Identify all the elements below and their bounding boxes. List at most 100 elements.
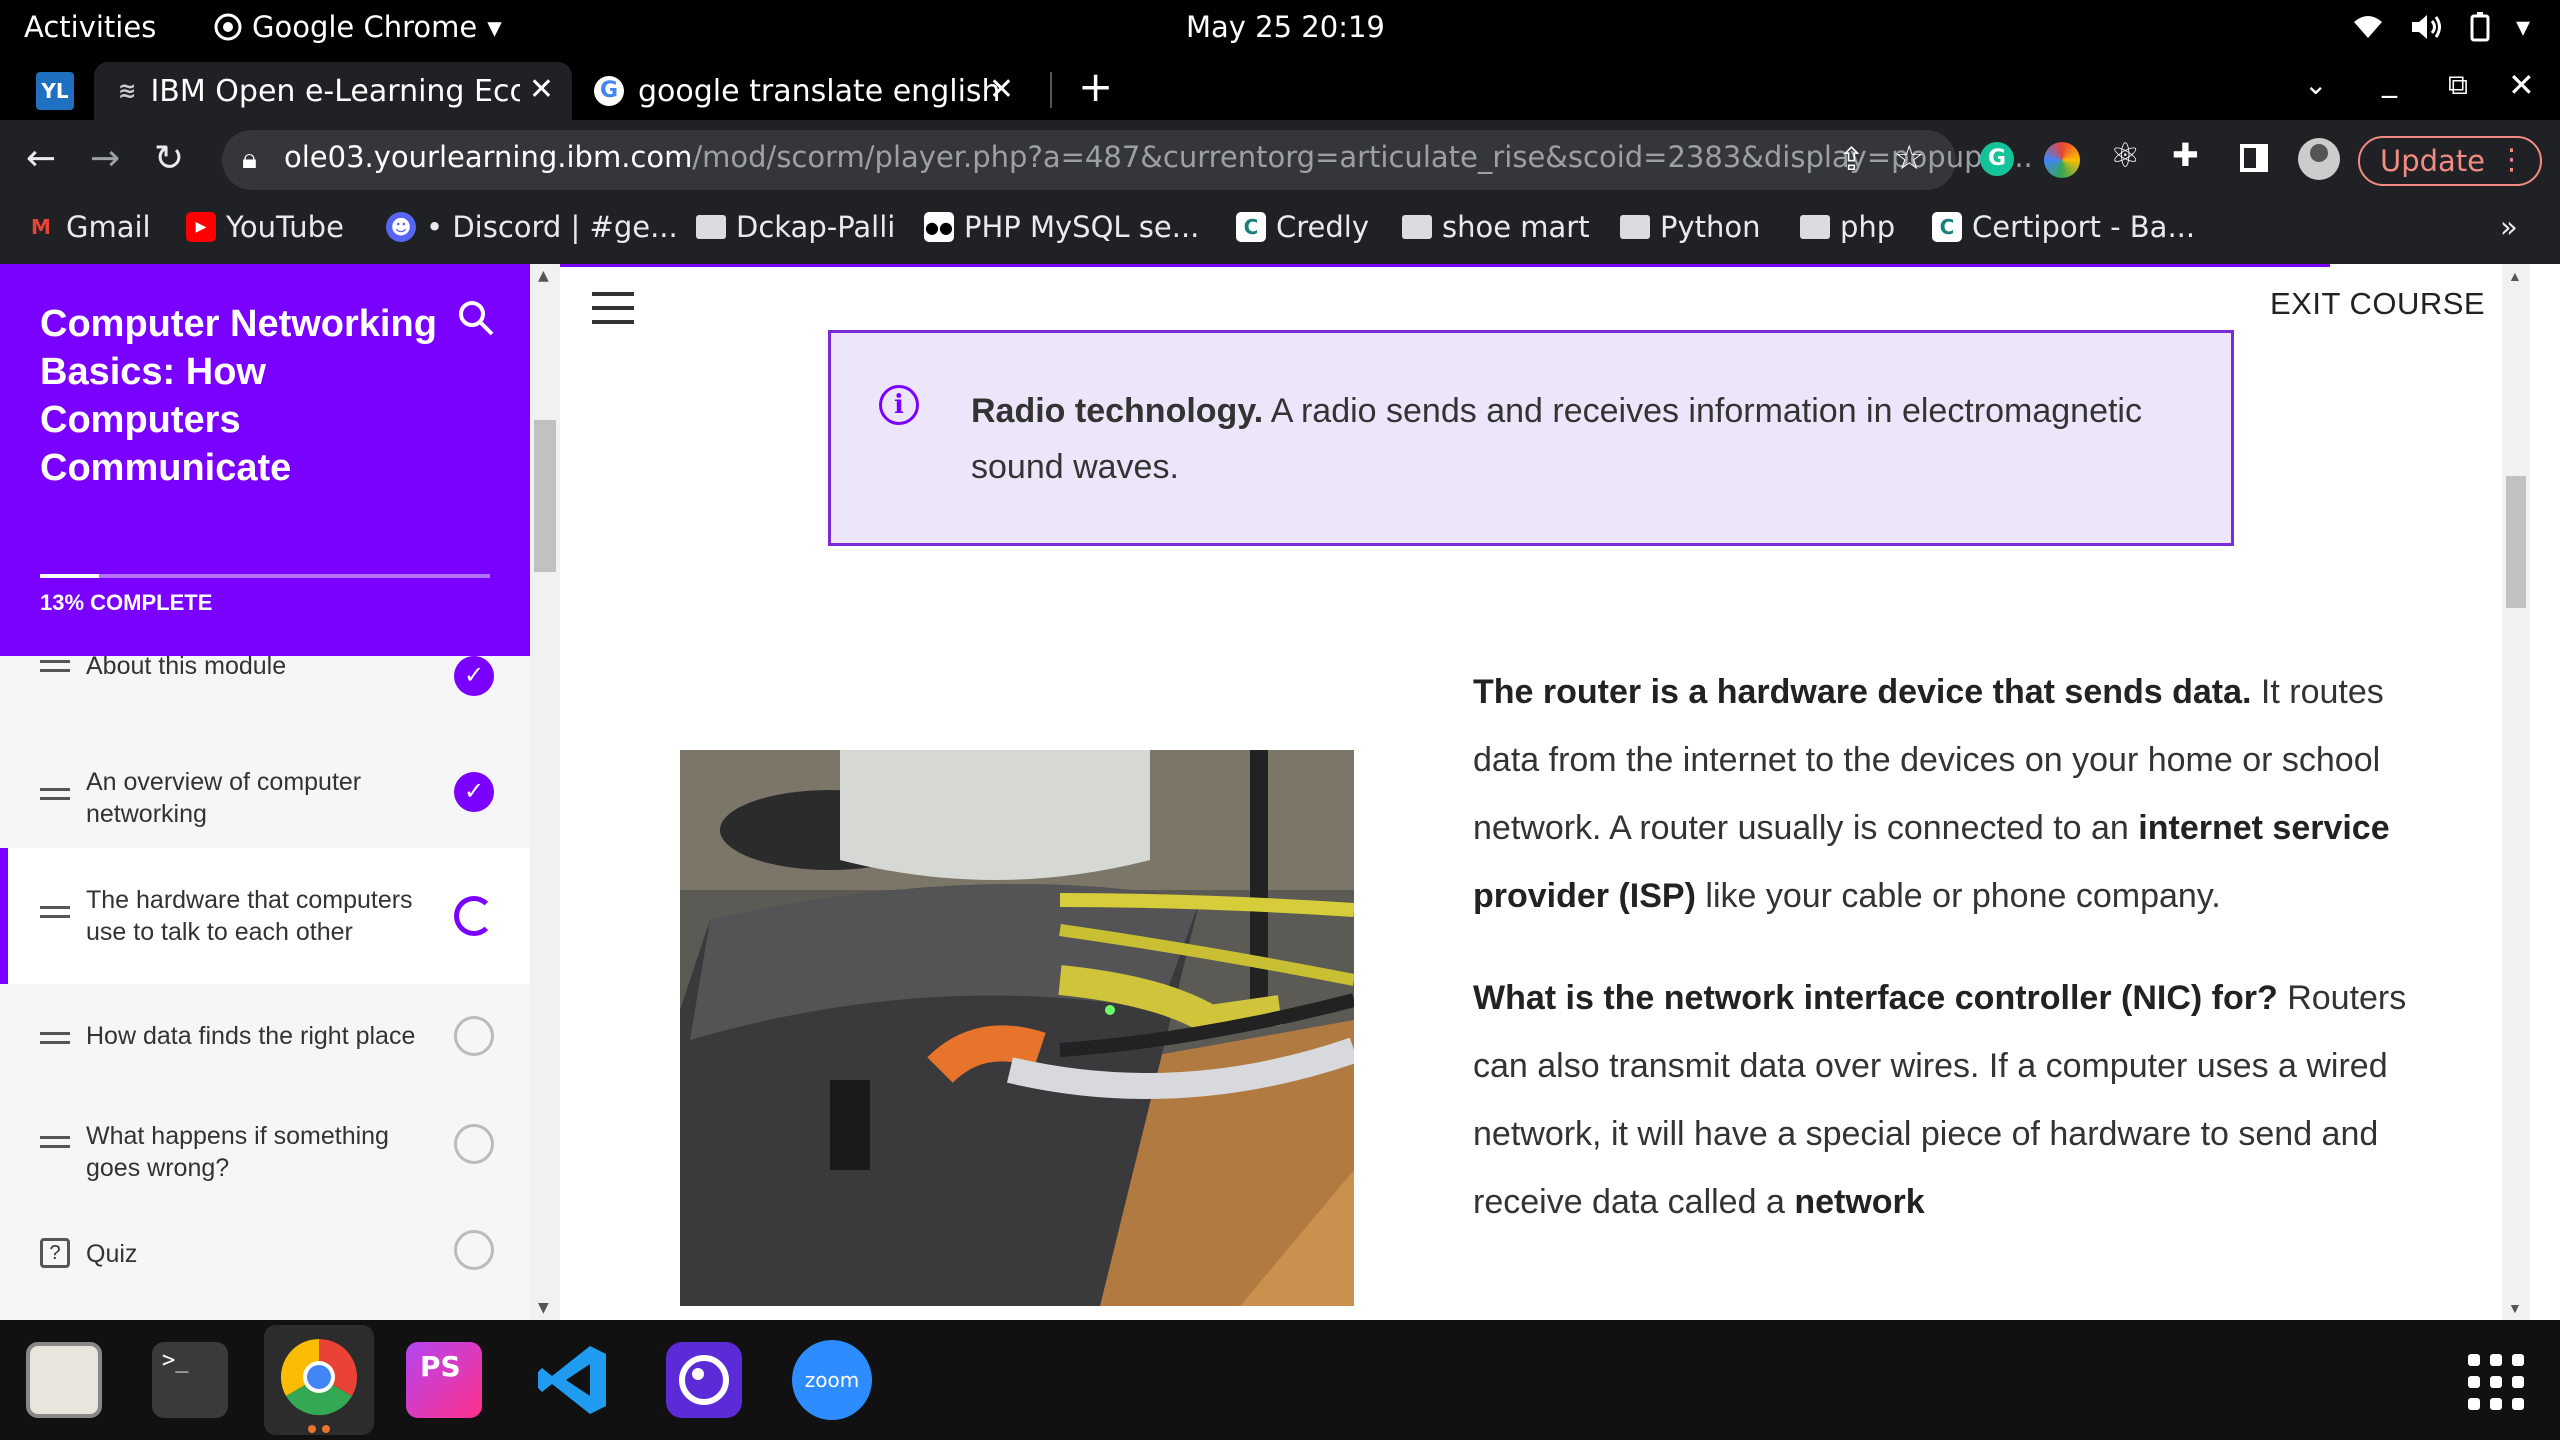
lesson-label: Quiz bbox=[86, 1240, 138, 1268]
app-menu[interactable]: Google Chrome ▾ bbox=[214, 10, 502, 44]
clock[interactable]: May 25 20:19 bbox=[1186, 10, 1385, 44]
grammarly-icon[interactable]: G bbox=[1980, 142, 2014, 176]
color-picker-extension-icon[interactable] bbox=[2044, 142, 2080, 178]
tab-separator bbox=[1050, 72, 1052, 108]
restore-button[interactable]: ⧉ bbox=[2448, 68, 2468, 102]
forward-button[interactable]: → bbox=[90, 138, 120, 179]
discord-icon: ☻ bbox=[386, 212, 416, 242]
close-icon[interactable]: ✕ bbox=[529, 72, 554, 107]
bookmark-php[interactable]: php bbox=[1800, 210, 1895, 244]
folder-icon bbox=[696, 215, 726, 239]
tab-ibm-elearning[interactable]: ≋ IBM Open e-Learning Eco ✕ bbox=[94, 62, 572, 120]
bookmarks-bar: M Gmail ▶ YouTube ☻ • Discord | #ge... Dcka… bbox=[0, 200, 2560, 264]
profile-avatar[interactable] bbox=[2298, 138, 2340, 180]
check-circle-icon: ✓ bbox=[454, 772, 494, 812]
lesson-label: How data finds the right place bbox=[86, 1022, 416, 1050]
lesson-item[interactable]: What happens if something goes wrong? bbox=[0, 1088, 530, 1208]
check-circle-icon: ✓ bbox=[454, 656, 494, 696]
tab-google-translate[interactable]: G google translate english t ✕ bbox=[580, 62, 1050, 120]
bookmark-credly[interactable]: C Credly bbox=[1236, 210, 1369, 244]
course-header: Computer Networking Basics: How Computer… bbox=[0, 264, 530, 656]
lesson-item-active[interactable]: The hardware that computers use to talk … bbox=[0, 848, 530, 984]
address-bar[interactable]: 🔒︎ ole03.yourlearning.ibm.com/mod/scorm/… bbox=[222, 130, 2033, 190]
lesson-item[interactable]: An overview of computer networking ✓ bbox=[0, 746, 530, 856]
files-icon[interactable] bbox=[26, 1342, 102, 1418]
bookmark-youtube[interactable]: ▶ YouTube bbox=[186, 210, 344, 244]
share-icon[interactable]: ⇪ bbox=[1838, 140, 1865, 178]
new-tab-button[interactable]: + bbox=[1078, 62, 1113, 111]
system-top-bar: Activities Google Chrome ▾ May 25 20:19 … bbox=[0, 0, 2560, 54]
close-window-button[interactable]: ✕ bbox=[2508, 66, 2535, 104]
react-devtools-icon[interactable]: ⚛ bbox=[2110, 136, 2140, 176]
activities-button[interactable]: Activities bbox=[24, 10, 156, 44]
router-photo bbox=[680, 750, 1354, 1306]
tab-title: google translate english t bbox=[638, 73, 998, 109]
bookmark-python[interactable]: Python bbox=[1620, 210, 1761, 244]
battery-icon bbox=[2470, 11, 2490, 41]
zoom-icon[interactable]: zoom bbox=[792, 1340, 872, 1420]
bookmark-dckap-palli[interactable]: Dckap-Palli bbox=[696, 210, 895, 244]
content-scrollbar[interactable]: ▲ ▼ bbox=[2502, 264, 2530, 1320]
exit-course-button[interactable]: EXIT COURSE bbox=[2270, 286, 2485, 322]
screen-recorder-icon[interactable] bbox=[666, 1342, 742, 1418]
folder-icon bbox=[1620, 215, 1650, 239]
header-accent-line bbox=[560, 264, 2330, 267]
bookmarks-overflow-button[interactable]: » bbox=[2500, 210, 2518, 244]
paragraph-router: The router is a hardware device that sen… bbox=[1473, 673, 2390, 915]
folder-icon bbox=[1800, 215, 1830, 239]
update-button[interactable]: Update ⋮ bbox=[2358, 136, 2542, 186]
callout-text: Radio technology. A radio sends and rece… bbox=[971, 392, 2142, 486]
lock-icon[interactable]: 🔒︎ bbox=[242, 142, 257, 176]
empty-circle-icon bbox=[454, 1124, 494, 1164]
info-callout: i Radio technology. A radio sends and re… bbox=[828, 330, 2234, 546]
menu-icon[interactable] bbox=[592, 292, 634, 334]
chrome-icon[interactable] bbox=[264, 1325, 374, 1435]
bookmark-discord[interactable]: ☻ • Discord | #ge... bbox=[386, 210, 678, 244]
bookmark-shoe-mart[interactable]: shoe mart bbox=[1402, 210, 1590, 244]
course-title: Computer Networking Basics: How Computer… bbox=[40, 303, 437, 489]
search-icon[interactable] bbox=[456, 298, 496, 348]
bookmark-star-icon[interactable]: ☆ bbox=[1894, 138, 1924, 178]
close-icon[interactable]: ✕ bbox=[989, 72, 1014, 107]
vscode-icon[interactable] bbox=[536, 1342, 612, 1418]
scroll-down-arrow[interactable]: ▼ bbox=[538, 1300, 549, 1316]
show-applications-icon[interactable] bbox=[2468, 1354, 2524, 1410]
yourlearning-tab-icon[interactable]: YL bbox=[36, 72, 74, 110]
sidebar-scrollbar[interactable]: ▲ ▼ bbox=[530, 264, 560, 1320]
terminal-icon[interactable]: >_ bbox=[152, 1342, 228, 1418]
ibm-icon: ≋ bbox=[118, 78, 137, 104]
lesson-lines-icon bbox=[40, 906, 70, 924]
lesson-lines-icon bbox=[40, 1032, 70, 1050]
lesson-lines-icon bbox=[40, 788, 70, 806]
phpstorm-icon[interactable]: PS bbox=[406, 1342, 482, 1418]
lesson-item[interactable]: How data finds the right place bbox=[0, 984, 530, 1088]
lesson-label: The hardware that computers use to talk … bbox=[86, 886, 413, 946]
back-button[interactable]: ← bbox=[26, 138, 56, 179]
scroll-up-arrow[interactable]: ▲ bbox=[538, 268, 549, 284]
volume-icon bbox=[2411, 14, 2441, 39]
url-text[interactable]: ole03.yourlearning.ibm.com/mod/scorm/pla… bbox=[284, 140, 2033, 174]
scroll-down-arrow[interactable]: ▼ bbox=[2508, 1300, 2522, 1316]
wifi-icon bbox=[2353, 15, 2382, 38]
bookmark-gmail[interactable]: M Gmail bbox=[26, 210, 151, 244]
side-panel-icon[interactable] bbox=[2240, 144, 2268, 172]
tab-title: IBM Open e-Learning Eco bbox=[150, 73, 521, 109]
reload-button[interactable]: ↻ bbox=[154, 138, 184, 179]
system-tray[interactable]: ▾ bbox=[2352, 10, 2530, 43]
folder-icon bbox=[1402, 215, 1432, 239]
bookmark-certiport[interactable]: C Certiport - Ba... bbox=[1932, 210, 2195, 244]
credly-icon: C bbox=[1236, 212, 1266, 242]
minimize-button[interactable]: _ bbox=[2382, 64, 2397, 99]
lesson-label: An overview of computer networking bbox=[86, 768, 362, 828]
tab-search-button[interactable]: ⌄ bbox=[2304, 68, 2327, 101]
empty-circle-icon bbox=[454, 1016, 494, 1056]
more-menu-icon[interactable]: ⋮ bbox=[2497, 142, 2526, 176]
lesson-item[interactable]: ? Quiz bbox=[0, 1208, 530, 1320]
extensions-puzzle-icon[interactable]: ✚ bbox=[2172, 136, 2199, 174]
bookmark-php-mysql[interactable]: ●● PHP MySQL se... bbox=[924, 210, 1199, 244]
course-sidebar: About this module ✓ An overview of compu… bbox=[0, 264, 530, 1320]
tab-strip: YL ≋ IBM Open e-Learning Eco ✕ G google … bbox=[0, 54, 2560, 120]
scroll-up-arrow[interactable]: ▲ bbox=[2508, 268, 2522, 284]
scrollbar-thumb[interactable] bbox=[2506, 476, 2526, 608]
scrollbar-thumb[interactable] bbox=[534, 420, 556, 572]
